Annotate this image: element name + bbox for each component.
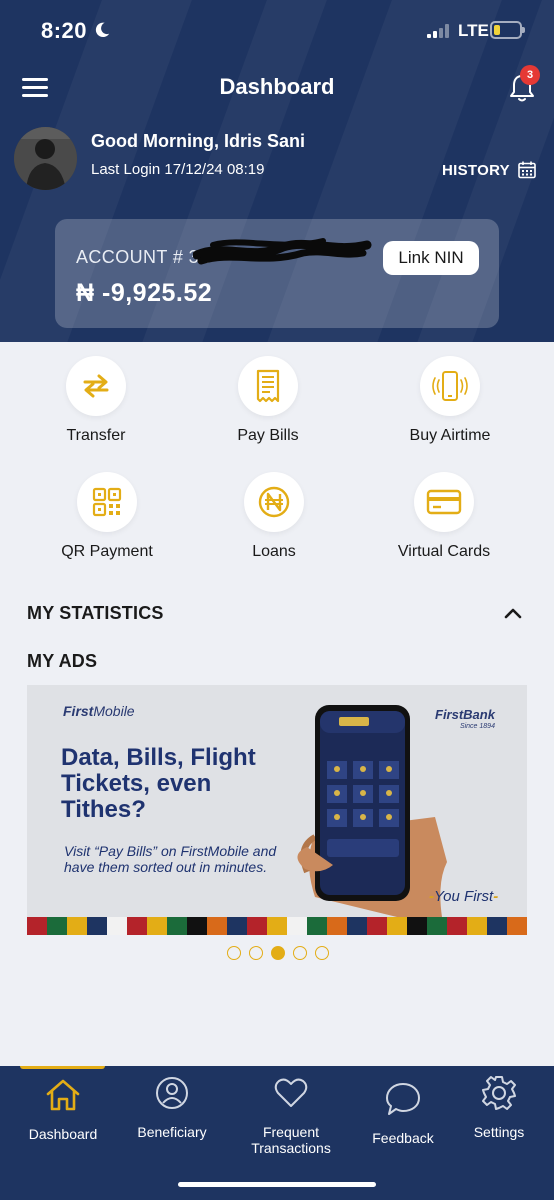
profile-photo (14, 127, 77, 190)
dashboard-header: 8:20 LTE Dashboard 3 Good Morning, Idris… (0, 0, 554, 342)
account-balance: ₦ -9,925.52 (76, 279, 213, 307)
redaction-scribble (193, 238, 372, 265)
nav-beneficiary[interactable]: Beneficiary (117, 1074, 227, 1140)
nav-dashboard[interactable]: Dashboard (8, 1076, 118, 1142)
loans-action[interactable]: Loans (199, 472, 349, 561)
carousel-dot[interactable] (249, 946, 263, 960)
signal-icon (427, 24, 451, 38)
buy-airtime-label: Buy Airtime (409, 427, 491, 444)
link-nin-button[interactable]: Link NIN (383, 241, 479, 275)
history-label: HISTORY (442, 161, 510, 179)
transfer-arrows-icon (83, 374, 109, 398)
virtual-cards-label: Virtual Cards (397, 543, 491, 560)
battery-icon (490, 21, 525, 39)
nav-frequent-transactions-label: Frequent Transactions (251, 1124, 331, 1156)
home-indicator (178, 1182, 376, 1187)
nav-settings[interactable]: Settings (444, 1074, 554, 1140)
naira-coin-icon (258, 486, 290, 518)
ad-tagline: -You First- (429, 888, 499, 905)
last-login-text: Last Login 17/12/24 08:19 (91, 161, 265, 178)
avatar[interactable] (14, 127, 77, 190)
transfer-label: Transfer (66, 427, 126, 444)
ad-headline: Data, Bills, Flight Tickets, even Tithes… (61, 744, 256, 823)
transfer-action[interactable]: Transfer (21, 356, 171, 445)
nav-feedback-label: Feedback (372, 1130, 434, 1146)
carousel-dot[interactable] (227, 946, 241, 960)
phone-ringing-icon (432, 371, 468, 401)
carousel-pagination (227, 946, 329, 960)
bottom-navigation: Dashboard Beneficiary Frequent Transacti… (0, 1066, 554, 1200)
account-number-label: ACCOUNT # 31 (76, 247, 210, 267)
ad-brand-logo: FirstMobile (63, 703, 135, 719)
ad-banner[interactable]: FirstMobile Data, Bills, Flight Tickets,… (27, 685, 527, 935)
my-ads-heading: MY ADS (27, 651, 98, 671)
virtual-cards-action[interactable]: Virtual Cards (369, 472, 519, 561)
nav-frequent-transactions[interactable]: Frequent Transactions (236, 1074, 346, 1156)
nav-dashboard-label: Dashboard (28, 1126, 98, 1142)
qr-payment-label: QR Payment (61, 543, 153, 560)
firstbank-logo: FirstBank Since 1894 (435, 707, 495, 730)
network-type: LTE (458, 21, 489, 40)
status-time: 8:20 (41, 18, 88, 43)
heart-icon (274, 1078, 308, 1107)
pay-bills-label: Pay Bills (237, 427, 299, 444)
carousel-dot[interactable] (293, 946, 307, 960)
gear-icon (482, 1076, 516, 1110)
calendar-icon (518, 161, 536, 179)
nav-feedback[interactable]: Feedback (348, 1080, 458, 1146)
notification-badge: 3 (520, 65, 540, 85)
receipt-icon (256, 369, 280, 403)
ad-body: Visit “Pay Bills” on FirstMobile and hav… (64, 843, 277, 875)
my-statistics-heading[interactable]: MY STATISTICS (27, 603, 164, 624)
user-icon (156, 1077, 188, 1109)
credit-card-icon (426, 489, 462, 515)
buy-airtime-action[interactable]: Buy Airtime (375, 356, 525, 445)
qr-code-icon (92, 487, 122, 517)
moon-icon (95, 22, 110, 38)
carousel-dot[interactable] (315, 946, 329, 960)
nav-settings-label: Settings (473, 1124, 525, 1140)
loans-label: Loans (252, 543, 296, 560)
page-title: Dashboard (219, 74, 335, 99)
pay-bills-action[interactable]: Pay Bills (193, 356, 343, 445)
history-button[interactable]: HISTORY (442, 161, 536, 179)
nav-beneficiary-label: Beneficiary (137, 1124, 207, 1140)
status-bar: 8:20 LTE (0, 0, 554, 62)
chat-bubble-icon (386, 1083, 420, 1115)
home-icon (46, 1079, 80, 1111)
chevron-up-icon[interactable] (503, 606, 523, 620)
qr-payment-action[interactable]: QR Payment (32, 472, 182, 561)
carousel-dot-active[interactable] (271, 946, 285, 960)
account-card[interactable]: ACCOUNT # 31 ₦ -9,925.52 Link NIN (55, 219, 499, 328)
active-tab-indicator (20, 1066, 105, 1069)
ad-phone-hand-image (297, 705, 447, 917)
ad-pattern-stripe (27, 917, 527, 935)
greeting-text: Good Morning, Idris Sani (91, 131, 305, 151)
